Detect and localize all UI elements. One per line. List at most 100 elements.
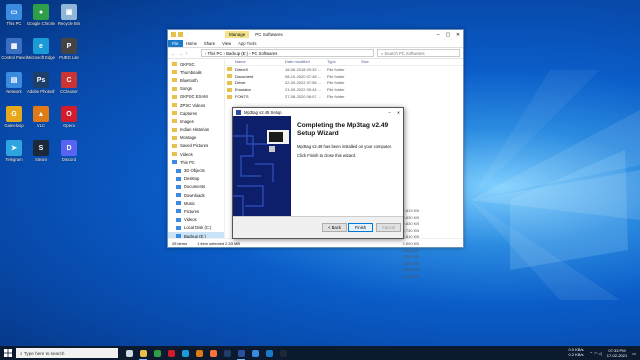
- nav-item-label: This PC: [180, 159, 195, 165]
- taskbar-mail-button[interactable]: [262, 346, 276, 360]
- nav-item[interactable]: GKPSC EXAM: [168, 93, 224, 101]
- minimize-icon[interactable]: –: [385, 110, 394, 115]
- back-arrow-icon[interactable]: ←: [171, 51, 176, 56]
- desktop-icon[interactable]: ➤ Telegram: [0, 140, 28, 162]
- wifi-icon[interactable]: ◠: [594, 351, 598, 356]
- taskbar-mp3tag-button[interactable]: [234, 346, 248, 360]
- taskbar-store-button[interactable]: [248, 346, 262, 360]
- nav-item[interactable]: Music: [168, 199, 224, 207]
- nav-item[interactable]: Indian Historian: [168, 126, 224, 134]
- desktop-icon[interactable]: ▣ Recycle Bin: [55, 4, 83, 26]
- desktop-icon-label: This PC: [6, 21, 22, 26]
- app-icon: O: [61, 106, 77, 122]
- up-arrow-icon[interactable]: ↑: [186, 51, 189, 56]
- desktop-icon[interactable]: ▭ This PC: [0, 4, 28, 26]
- nav-item[interactable]: Images: [168, 117, 224, 125]
- taskbar-task-view-button[interactable]: [122, 346, 136, 360]
- properties-icon[interactable]: [178, 32, 183, 37]
- desktop-icon-label: Opera: [63, 123, 75, 128]
- dialog-title-bar[interactable]: Mp3tag v2.49 Setup – ✕: [233, 108, 403, 116]
- taskbar-steam-button[interactable]: [276, 346, 290, 360]
- manage-tab[interactable]: Manage: [225, 31, 250, 38]
- close-icon[interactable]: ✕: [394, 110, 403, 115]
- nav-item[interactable]: GKPSC: [168, 60, 224, 68]
- speaker-icon[interactable]: ◁: [599, 351, 602, 356]
- explorer-title-bar[interactable]: Manage PC Softwares – ▢ ✕: [168, 30, 463, 39]
- maximize-icon[interactable]: ▢: [443, 32, 453, 38]
- desktop-icon[interactable]: ▦ Control Panel: [0, 38, 28, 60]
- taskbar-firefox-button[interactable]: [206, 346, 220, 360]
- column-type[interactable]: Type: [327, 59, 361, 64]
- ribbon-tab-file[interactable]: File: [168, 39, 183, 47]
- desktop-icon[interactable]: ▤ Network: [0, 72, 28, 94]
- download-speed: 0.2 KB/s: [568, 352, 584, 357]
- file-row[interactable]: FONTS 27-08-2020 06:07 ... File folder: [225, 93, 463, 100]
- cancel-button[interactable]: Cancel: [376, 223, 401, 232]
- taskbar-photoshop-button[interactable]: [220, 346, 234, 360]
- column-name[interactable]: Name: [235, 59, 285, 64]
- finish-button[interactable]: Finish: [348, 223, 373, 232]
- nav-item[interactable]: Saved Pictures: [168, 142, 224, 150]
- back-button[interactable]: < Back: [322, 223, 347, 232]
- clock[interactable]: 07:33 PM 17-02-2021: [607, 348, 627, 358]
- nav-item[interactable]: Local Disk (C:): [168, 224, 224, 232]
- nav-item[interactable]: Captures: [168, 109, 224, 117]
- nav-item[interactable]: Pictures: [168, 207, 224, 215]
- app-icon: C: [61, 72, 77, 88]
- ribbon-tab-home[interactable]: Home: [186, 41, 197, 46]
- ribbon-tab-share[interactable]: Share: [204, 41, 215, 46]
- nav-item[interactable]: Videos: [168, 150, 224, 158]
- desktop-icon[interactable]: C CCleaner: [55, 72, 83, 94]
- nav-item[interactable]: Desktop: [168, 175, 224, 183]
- store-icon: [251, 349, 259, 357]
- minimize-icon[interactable]: –: [433, 32, 443, 38]
- ribbon-tab-view[interactable]: View: [222, 41, 231, 46]
- nav-item[interactable]: Songs: [168, 85, 224, 93]
- taskbar-vlc-button[interactable]: [192, 346, 206, 360]
- nav-item[interactable]: Documents: [168, 183, 224, 191]
- desktop-icon[interactable]: ▲ VLC: [27, 106, 55, 128]
- column-size[interactable]: Size: [361, 59, 391, 64]
- file-name: Document: [235, 73, 254, 79]
- desktop-icon[interactable]: O Opera: [55, 106, 83, 128]
- nav-item[interactable]: Videos: [168, 216, 224, 224]
- forward-arrow-icon[interactable]: →: [178, 51, 183, 56]
- taskbar-chrome-button[interactable]: [150, 346, 164, 360]
- nav-item[interactable]: 3D Objects: [168, 166, 224, 174]
- search-input[interactable]: ⌕ Search PC Softwares: [377, 49, 460, 57]
- taskbar-search-input[interactable]: ⌕ Type here to search: [16, 348, 118, 358]
- vlc-icon: [195, 349, 203, 357]
- finish-instruction-text: Click Finish to close this wizard.: [297, 153, 357, 158]
- setup-wizard-dialog[interactable]: Mp3tag v2.49 Setup – ✕ Completing the Mp…: [232, 107, 404, 239]
- desktop-icon[interactable]: ● Google Chrome: [27, 4, 55, 26]
- desktop-icon[interactable]: G Gameloop: [0, 106, 28, 128]
- close-icon[interactable]: ✕: [453, 32, 463, 38]
- nav-item[interactable]: Montage: [168, 134, 224, 142]
- chevron-up-icon[interactable]: ⌃: [590, 351, 593, 356]
- chrome-icon: [153, 349, 161, 357]
- file-row[interactable]: DirectX 18-06-2018 03:32 ... File folder: [225, 66, 463, 73]
- desktop-icon[interactable]: e Microsoft Edge: [27, 38, 55, 60]
- desktop-icon[interactable]: S Steam: [27, 140, 55, 162]
- file-row[interactable]: Document 08-10-2020 07:48 ... File folder: [225, 73, 463, 80]
- desktop-icon[interactable]: PsAdobe Photoshop: [27, 72, 55, 94]
- ribbon-tab-app-tools[interactable]: App Tools: [238, 41, 256, 46]
- column-date-modified[interactable]: Date modified: [285, 59, 327, 64]
- nav-item[interactable]: This PC: [168, 158, 224, 166]
- file-row[interactable]: Emulator 21-09-2022 05:44 ... File folder: [225, 86, 463, 93]
- address-bar[interactable]: › This PC › Backup (E:) › PC Softwares: [201, 49, 374, 57]
- taskbar-opera-button[interactable]: [164, 346, 178, 360]
- nav-item-label: Videos: [184, 217, 197, 223]
- taskbar-file-explorer-button[interactable]: [136, 346, 150, 360]
- taskbar-edge-button[interactable]: [178, 346, 192, 360]
- nav-item[interactable]: Downloads: [168, 191, 224, 199]
- nav-item[interactable]: Bluetooth: [168, 76, 224, 84]
- desktop-icon-label: Control Panel: [1, 55, 27, 60]
- nav-item[interactable]: ZPSC Videos: [168, 101, 224, 109]
- desktop-icon[interactable]: D Discord: [55, 140, 83, 162]
- nav-item[interactable]: Thumbnails: [168, 68, 224, 76]
- desktop-icon[interactable]: P PUBG Lite: [55, 38, 83, 60]
- notifications-icon[interactable]: ▭: [632, 351, 636, 356]
- file-row[interactable]: Driver 22-09-2022 07:56 ... File folder: [225, 80, 463, 87]
- start-button[interactable]: [0, 346, 16, 360]
